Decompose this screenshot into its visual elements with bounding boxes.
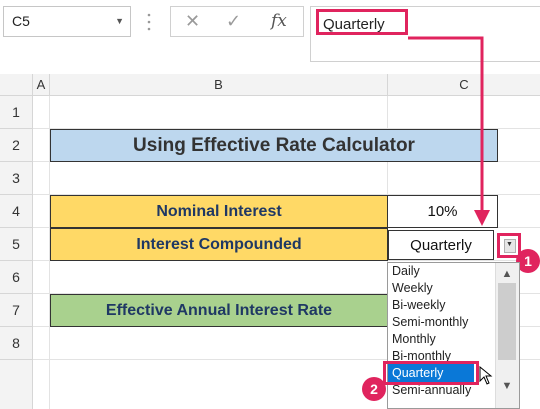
cancel-icon[interactable]: ✕: [185, 11, 200, 32]
selected-highlight: [383, 361, 479, 385]
row-header-5[interactable]: 5: [0, 228, 33, 261]
row-header-4[interactable]: 4: [0, 195, 33, 228]
select-all-corner[interactable]: [0, 74, 33, 96]
formula-buttons: ✕ ✓ fx: [170, 6, 304, 37]
chevron-down-icon: ▼: [506, 241, 513, 248]
nominal-interest-label[interactable]: Nominal Interest: [50, 195, 388, 228]
enter-check-icon[interactable]: ✓: [226, 11, 241, 32]
effective-rate-label[interactable]: Effective Annual Interest Rate: [50, 294, 388, 327]
column-header-b[interactable]: B: [50, 74, 388, 96]
row-header-9[interactable]: [0, 360, 33, 409]
list-item-bi-weekly[interactable]: Bi-weekly: [392, 297, 446, 314]
formula-value: Quarterly: [316, 9, 408, 35]
row-header-6[interactable]: 6: [0, 261, 33, 294]
interest-compounded-value[interactable]: Quarterly: [388, 230, 494, 260]
interest-compounded-label[interactable]: Interest Compounded: [50, 228, 388, 261]
name-box[interactable]: C5 ▼: [3, 6, 131, 37]
name-box-value: C5: [12, 13, 30, 29]
scroll-down-icon[interactable]: ▼: [495, 380, 519, 392]
mouse-pointer-icon: [479, 366, 493, 385]
step-badge-2: 2: [362, 377, 386, 401]
column-header-a[interactable]: A: [33, 74, 50, 96]
scroll-up-icon[interactable]: ▲: [495, 268, 519, 280]
chevron-down-icon[interactable]: ▼: [115, 7, 124, 36]
list-item-weekly[interactable]: Weekly: [392, 280, 433, 297]
row-header-8[interactable]: 8: [0, 327, 33, 360]
row-header-2[interactable]: 2: [0, 129, 33, 162]
list-item-daily[interactable]: Daily: [392, 263, 420, 280]
dropdown-arrow: ▼: [504, 239, 516, 253]
list-item-monthly[interactable]: Monthly: [392, 331, 436, 348]
list-item-semi-monthly[interactable]: Semi-monthly: [392, 314, 468, 331]
row-header-1[interactable]: 1: [0, 96, 33, 129]
row-header-7[interactable]: 7: [0, 294, 33, 327]
scroll-thumb[interactable]: [498, 283, 516, 360]
separator-dots-icon: [147, 13, 151, 31]
callout-arrow: [408, 36, 490, 226]
row-header-3[interactable]: 3: [0, 162, 33, 195]
insert-function-icon[interactable]: fx: [271, 11, 287, 31]
